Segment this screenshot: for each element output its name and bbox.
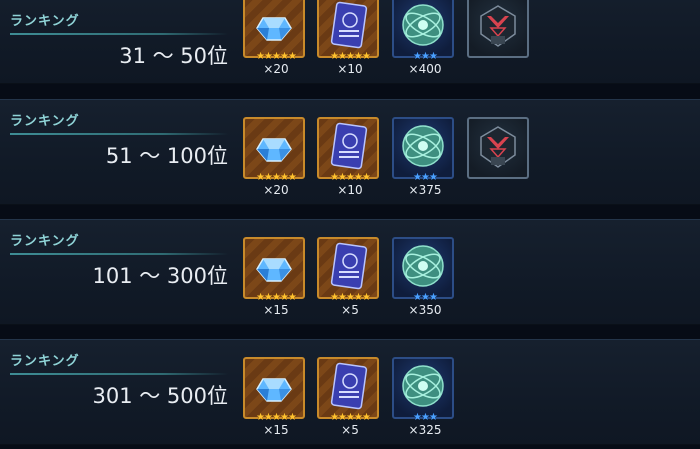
star-rating: ★★★★★ xyxy=(330,292,371,303)
reward-item-blue-book[interactable]: ★★★★★ ×10 xyxy=(317,0,379,76)
reward-item-blue-gem[interactable]: ★★★★★ ×15 xyxy=(243,357,305,437)
reward-quantity: ×375 xyxy=(408,183,442,197)
reward-quantity: ×15 xyxy=(263,303,289,317)
reward-item-emblem[interactable] xyxy=(467,0,529,58)
reward-item-green-orb[interactable]: ★★★ ×375 xyxy=(392,117,454,197)
star-rating: ★★★ xyxy=(413,412,438,423)
reward-quantity: ×5 xyxy=(341,423,359,437)
ranking-label: ランキング xyxy=(10,354,80,369)
green-orb-icon xyxy=(402,4,444,46)
green-orb-icon xyxy=(402,125,444,167)
blue-gem-icon xyxy=(256,17,292,41)
star-rating: ★★★★★ xyxy=(330,172,371,183)
blue-gem-icon xyxy=(256,138,292,162)
rank-range: 101 ～ 300位 xyxy=(92,264,228,288)
star-rating: ★★★ xyxy=(413,51,438,62)
reward-tier-panel: ランキング 101 ～ 300位 ★★★★★ ×15 ★★★★★ ×5 ★★★ … xyxy=(0,219,700,325)
rank-range: 51 ～ 100位 xyxy=(105,144,228,168)
red-crest-emblem-icon xyxy=(480,5,516,47)
reward-quantity: ×325 xyxy=(408,423,442,437)
blue-book-icon xyxy=(330,362,368,410)
ranking-label: ランキング xyxy=(10,234,80,249)
star-rating: ★★★ xyxy=(413,172,438,183)
blue-gem-icon xyxy=(256,378,292,402)
star-rating: ★★★★★ xyxy=(256,51,297,62)
reward-item-blue-gem[interactable]: ★★★★★ ×15 xyxy=(243,237,305,317)
star-rating: ★★★★★ xyxy=(256,172,297,183)
reward-item-emblem[interactable] xyxy=(467,117,529,179)
reward-quantity: ×400 xyxy=(408,62,442,76)
reward-item-blue-gem[interactable]: ★★★★★ ×20 xyxy=(243,0,305,76)
reward-item-green-orb[interactable]: ★★★ ×325 xyxy=(392,357,454,437)
blue-book-icon xyxy=(330,1,368,49)
reward-item-blue-book[interactable]: ★★★★★ ×5 xyxy=(317,357,379,437)
blue-book-icon xyxy=(330,242,368,290)
star-rating: ★★★★★ xyxy=(330,51,371,62)
reward-tier-panel: ランキング 51 ～ 100位 ★★★★★ ×20 ★★★★★ ×10 ★★★ … xyxy=(0,99,700,205)
reward-quantity: ×350 xyxy=(408,303,442,317)
reward-tier-panel: ランキング 301 ～ 500位 ★★★★★ ×15 ★★★★★ ×5 ★★★ … xyxy=(0,339,700,445)
ranking-label: ランキング xyxy=(10,14,80,29)
reward-item-blue-gem[interactable]: ★★★★★ ×20 xyxy=(243,117,305,197)
star-rating: ★★★★★ xyxy=(256,292,297,303)
reward-tier-panel: ランキング 31 ～ 50位 ★★★★★ ×20 ★★★★★ ×10 ★★★ ×… xyxy=(0,0,700,84)
green-orb-icon xyxy=(402,245,444,287)
reward-item-blue-book[interactable]: ★★★★★ ×5 xyxy=(317,237,379,317)
blue-book-icon xyxy=(330,122,368,170)
star-rating: ★★★ xyxy=(413,292,438,303)
star-rating: ★★★★★ xyxy=(256,412,297,423)
green-orb-icon xyxy=(402,365,444,407)
ranking-divider xyxy=(10,133,228,135)
reward-item-green-orb[interactable]: ★★★ ×350 xyxy=(392,237,454,317)
rank-range: 301 ～ 500位 xyxy=(92,384,228,408)
ranking-divider xyxy=(10,33,228,35)
blue-gem-icon xyxy=(256,258,292,282)
rank-range: 31 ～ 50位 xyxy=(119,44,228,68)
red-crest-emblem-icon xyxy=(480,126,516,168)
reward-quantity: ×20 xyxy=(263,62,289,76)
ranking-label: ランキング xyxy=(10,114,80,129)
star-rating: ★★★★★ xyxy=(330,412,371,423)
reward-quantity: ×15 xyxy=(263,423,289,437)
reward-quantity: ×5 xyxy=(341,303,359,317)
reward-quantity: ×10 xyxy=(337,183,363,197)
reward-item-green-orb[interactable]: ★★★ ×400 xyxy=(392,0,454,76)
reward-quantity: ×20 xyxy=(263,183,289,197)
reward-item-blue-book[interactable]: ★★★★★ ×10 xyxy=(317,117,379,197)
ranking-divider xyxy=(10,373,228,375)
reward-quantity: ×10 xyxy=(337,62,363,76)
ranking-divider xyxy=(10,253,228,255)
